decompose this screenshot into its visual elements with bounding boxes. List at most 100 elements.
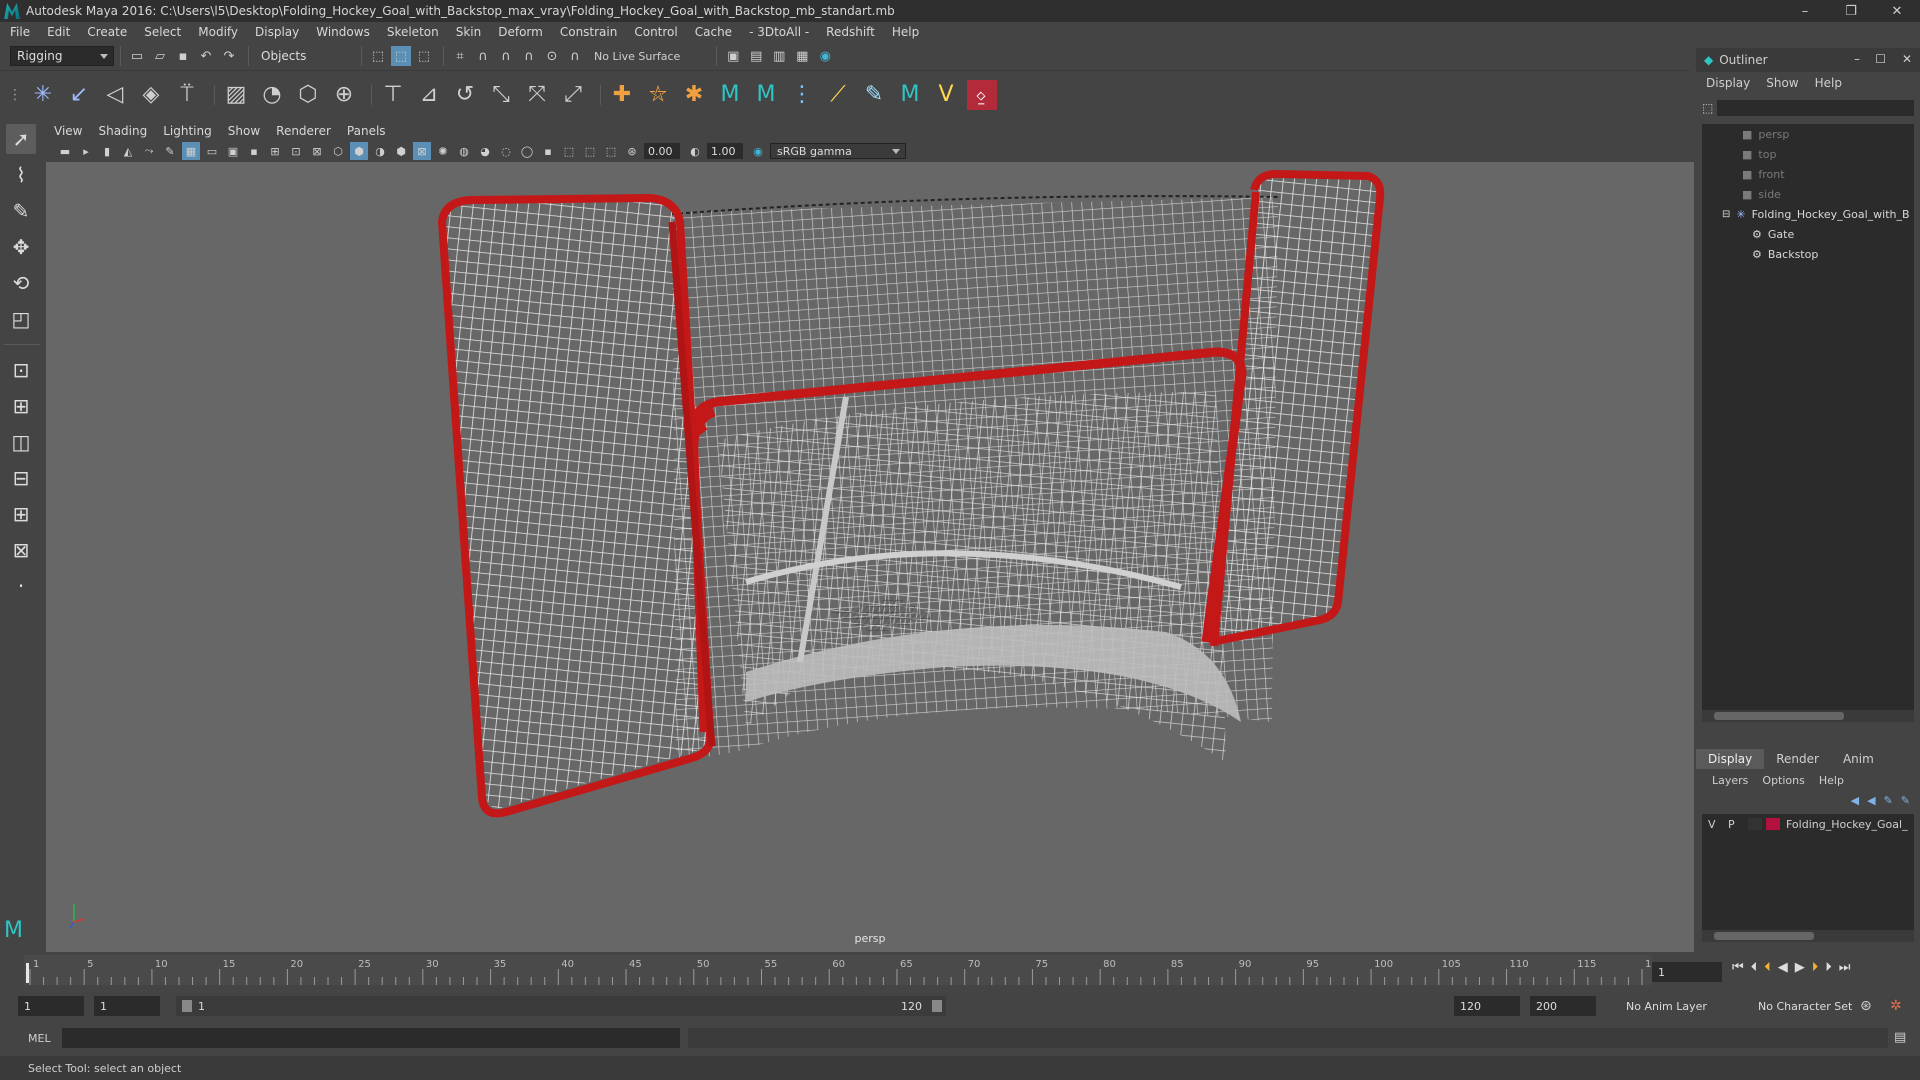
maximize-button[interactable]: ❐ — [1828, 0, 1874, 22]
current-frame-field[interactable]: 1 — [1652, 962, 1722, 982]
bind-skin-icon[interactable]: ▨ — [221, 80, 251, 110]
panel-menu-renderer[interactable]: Renderer — [276, 124, 331, 138]
maya-m-icon[interactable]: M — [715, 80, 745, 110]
menu-file[interactable]: File — [10, 25, 30, 39]
persp-graph-layout-icon[interactable]: ⊟ — [6, 463, 36, 493]
xray-joints-icon[interactable]: ⬚ — [581, 142, 599, 160]
range-handle-right[interactable] — [932, 1000, 942, 1012]
xray-icon[interactable]: ⬚ — [560, 142, 578, 160]
persp-uv-layout-icon[interactable]: ⊞ — [6, 499, 36, 529]
new-layer-selected-icon[interactable]: ✎ — [1901, 794, 1910, 807]
open-scene-icon[interactable]: ▱ — [150, 46, 170, 66]
close-button[interactable]: ✕ — [1874, 0, 1920, 22]
outliner-menu-display[interactable]: Display — [1706, 76, 1750, 90]
go-to-start-icon[interactable]: ⏮ — [1732, 960, 1744, 975]
camera-attributes-icon[interactable]: ▸ — [77, 142, 95, 160]
cmd-language-label[interactable]: MEL — [28, 1032, 51, 1045]
move-layer-up-icon[interactable]: ◀ — [1851, 794, 1859, 807]
time-slider[interactable]: 1 5 10 15 20 25 30 35 40 45 50 55 60 65 70 75 80 85 90 95 10… — [24, 955, 1664, 985]
layout-options-icon[interactable]: · — [6, 571, 36, 601]
joint-tool-icon[interactable]: ✳ — [28, 80, 58, 110]
menu-select[interactable]: Select — [144, 25, 181, 39]
locator-icon[interactable]: ✚ — [607, 80, 637, 110]
range-start-field[interactable]: 1 — [18, 996, 84, 1016]
exposure-field[interactable]: 0.00 — [644, 143, 680, 159]
film-gate-icon[interactable]: ▭ — [203, 142, 221, 160]
panel-menu-lighting[interactable]: Lighting — [163, 124, 212, 138]
wireframe-on-shaded-icon[interactable]: ◑ — [371, 142, 389, 160]
humanik-icon[interactable]: ⛦ — [643, 80, 673, 110]
tab-display[interactable]: Display — [1696, 749, 1765, 769]
image-plane-icon[interactable]: ◭ — [119, 142, 137, 160]
select-object-icon[interactable]: ⬚ — [391, 46, 411, 66]
menu-deform[interactable]: Deform — [498, 25, 543, 39]
menu-control[interactable]: Control — [634, 25, 677, 39]
depth-of-field-icon[interactable]: ◯ — [518, 142, 536, 160]
wire-icon[interactable]: V — [931, 80, 961, 110]
menu-help[interactable]: Help — [892, 25, 919, 39]
outliner-item-backstop[interactable]: ⚙ Backstop — [1702, 244, 1914, 264]
step-back-key-icon[interactable]: ⏴ — [1751, 960, 1758, 975]
quick-rig-icon[interactable]: ⍡ — [172, 80, 202, 110]
menu-redshift[interactable]: Redshift — [826, 25, 875, 39]
layer-playback-toggle[interactable]: P — [1728, 818, 1748, 831]
snap-view-icon[interactable]: ∩ — [519, 46, 539, 66]
playback-end-field[interactable]: 120 — [1454, 996, 1520, 1016]
character-set-dropdown[interactable]: No Character Set — [1752, 996, 1870, 1016]
menu-cache[interactable]: Cache — [695, 25, 732, 39]
layer-name[interactable]: Folding_Hockey_Goal_ — [1786, 818, 1908, 831]
ipr-render-icon[interactable]: ▥ — [769, 46, 789, 66]
menu-skeleton[interactable]: Skeleton — [387, 25, 439, 39]
scale-constraint-icon[interactable]: ⤡ — [486, 80, 516, 110]
maya-m2-icon[interactable]: M — [751, 80, 781, 110]
render-view-icon[interactable]: ▣ — [723, 46, 743, 66]
menuset-dropdown[interactable]: Rigging — [10, 46, 114, 66]
select-tool-icon[interactable]: ➚ — [6, 124, 36, 154]
filter-icon[interactable]: ⬚ — [1702, 101, 1713, 115]
outliner-item-front[interactable]: ■ front — [1702, 164, 1914, 184]
close-icon[interactable]: ✕ — [1902, 52, 1912, 66]
cluster-icon[interactable]: ⊕ — [329, 80, 359, 110]
outliner-item-root-group[interactable]: ⊟ ✳ Folding_Hockey_Goal_with_B — [1702, 204, 1914, 224]
menu-3dtoall[interactable]: - 3DtoAll - — [749, 25, 809, 39]
live-surface-label[interactable]: No Live Surface — [594, 46, 680, 66]
colorspace-dropdown[interactable]: sRGB gamma — [770, 143, 906, 159]
persp-outliner-layout-icon[interactable]: ◫ — [6, 427, 36, 457]
outliner-item-persp[interactable]: ■ persp — [1702, 124, 1914, 144]
safe-title-icon[interactable]: ⊠ — [308, 142, 326, 160]
character-icon[interactable]: ✱ — [679, 80, 709, 110]
xray-components-icon[interactable]: ⬚ — [602, 142, 620, 160]
smooth-shade-icon[interactable]: ⬢ — [350, 142, 368, 160]
maya-m3-icon[interactable]: M — [895, 80, 925, 110]
collapse-icon[interactable]: ⊟ — [1722, 209, 1730, 220]
lasso-tool-icon[interactable]: ⌇ — [6, 160, 36, 190]
play-forward-icon[interactable]: ▶ — [1795, 960, 1805, 975]
gamma-field[interactable]: 1.00 — [707, 143, 743, 159]
minimize-button[interactable]: – — [1782, 0, 1828, 22]
play-backward-icon[interactable]: ◀ — [1778, 960, 1788, 975]
single-perspective-layout-icon[interactable]: ⊡ — [6, 355, 36, 385]
go-to-end-icon[interactable]: ⏭ — [1839, 960, 1851, 975]
select-mode-dropdown[interactable]: Objects — [255, 46, 355, 66]
grid-icon[interactable]: ▦ — [182, 142, 200, 160]
color-management-icon[interactable]: ◉ — [749, 142, 767, 160]
paint-weights-icon[interactable]: ✎ — [859, 80, 889, 110]
menu-display[interactable]: Display — [255, 25, 299, 39]
two-d-pan-icon[interactable]: ⤳ — [140, 142, 158, 160]
isolate-select-icon[interactable]: ▪ — [539, 142, 557, 160]
hypershade-icon[interactable]: ◉ — [815, 46, 835, 66]
bookmark-icon[interactable]: ▮ — [98, 142, 116, 160]
hypershade-layout-icon[interactable]: ⊠ — [6, 535, 36, 565]
point-constraint-icon[interactable]: ⊤ — [378, 80, 408, 110]
outliner-item-gate[interactable]: ⚙ Gate — [1702, 224, 1914, 244]
layer-menu-help[interactable]: Help — [1819, 774, 1844, 787]
smooth-skin-icon[interactable]: ◔ — [257, 80, 287, 110]
playback-start-field[interactable]: 1 — [94, 996, 160, 1016]
layer-display-type[interactable] — [1748, 818, 1762, 830]
ambient-occlusion-icon[interactable]: ◍ — [455, 142, 473, 160]
rotate-tool-icon[interactable]: ⟲ — [6, 268, 36, 298]
anim-prefs-icon[interactable]: ✲ — [1890, 998, 1902, 1014]
range-handle-left[interactable] — [182, 1000, 192, 1012]
current-time-marker[interactable] — [26, 963, 29, 983]
snap-point-icon[interactable]: ∩ — [496, 46, 516, 66]
